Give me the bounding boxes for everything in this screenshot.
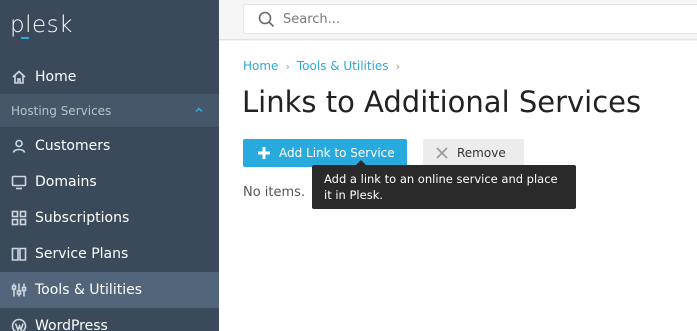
breadcrumb-home[interactable]: Home	[243, 59, 278, 73]
search-icon	[258, 11, 275, 28]
chevron-up-icon	[193, 104, 205, 116]
empty-state-text: No items.	[243, 185, 306, 200]
app: plesk Home Hosting Services Customers Do…	[0, 0, 697, 331]
grid-icon	[10, 209, 28, 227]
add-link-label: Add Link to Service	[279, 146, 395, 160]
home-icon	[10, 68, 28, 86]
sidebar-item-label: Domains	[35, 174, 97, 190]
logo-text: plesk	[10, 12, 73, 38]
sidebar-section-hosting-services[interactable]: Hosting Services	[0, 94, 219, 127]
sidebar-item-label: Subscriptions	[35, 210, 130, 226]
sidebar-item-tools-utilities[interactable]: Tools & Utilities	[0, 272, 219, 308]
user-icon	[10, 137, 28, 155]
search-input[interactable]	[283, 11, 663, 27]
add-link-tooltip: Add a link to an online service and plac…	[312, 160, 576, 209]
sidebar-item-label: WordPress	[35, 318, 108, 331]
main-content: Home › Tools & Utilities › Links to Addi…	[219, 41, 697, 331]
sidebar-item-subscriptions[interactable]: Subscriptions	[0, 200, 219, 236]
book-icon	[10, 245, 28, 263]
logo-accent	[21, 37, 29, 39]
remove-button[interactable]: Remove	[423, 139, 524, 167]
sidebar-item-label: Tools & Utilities	[35, 282, 142, 298]
sidebar-item-wordpress[interactable]: WordPress	[0, 308, 219, 331]
sidebar-item-label: Service Plans	[35, 246, 129, 262]
wordpress-icon	[10, 317, 28, 331]
sidebar-item-label: Customers	[35, 138, 111, 154]
sliders-icon	[10, 281, 28, 299]
monitor-icon	[10, 173, 28, 191]
breadcrumb-tools-utilities[interactable]: Tools & Utilities	[297, 59, 389, 73]
sidebar-item-home[interactable]: Home	[0, 59, 219, 95]
sidebar-item-customers[interactable]: Customers	[0, 128, 219, 164]
chevron-right-icon: ›	[395, 59, 400, 73]
plus-icon	[257, 146, 271, 160]
sidebar-item-label: Home	[35, 69, 77, 85]
page-title: Links to Additional Services	[242, 85, 642, 119]
breadcrumb: Home › Tools & Utilities ›	[243, 59, 407, 73]
remove-x-icon	[435, 146, 449, 160]
search-box[interactable]	[243, 4, 697, 34]
sidebar-item-service-plans[interactable]: Service Plans	[0, 236, 219, 272]
remove-label: Remove	[457, 146, 506, 160]
add-link-button[interactable]: Add Link to Service	[243, 139, 407, 167]
top-bar	[219, 0, 697, 40]
sidebar-item-domains[interactable]: Domains	[0, 164, 219, 200]
sidebar-section-label: Hosting Services	[11, 103, 112, 118]
chevron-right-icon: ›	[285, 59, 290, 73]
sidebar: plesk Home Hosting Services Customers Do…	[0, 0, 219, 331]
plesk-logo[interactable]: plesk	[10, 10, 73, 44]
